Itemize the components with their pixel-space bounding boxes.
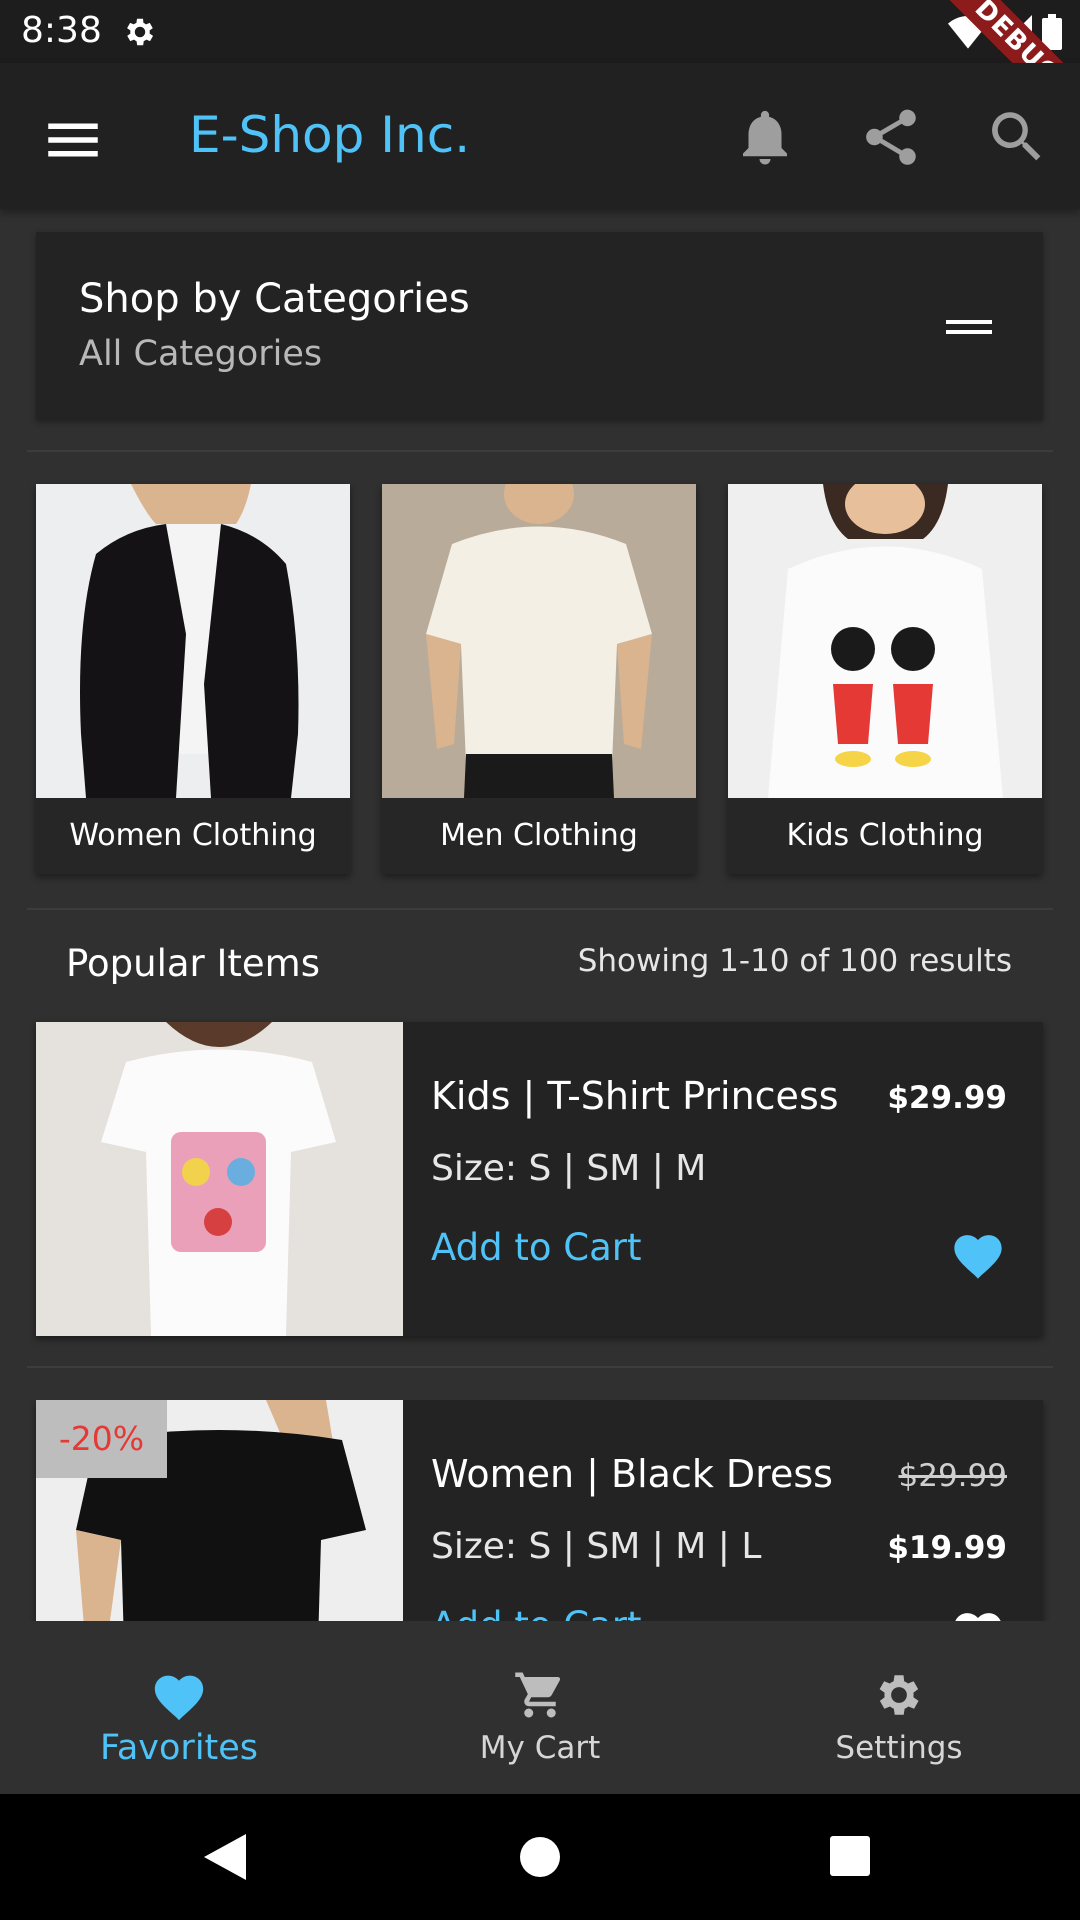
- settings-notification-icon: [127, 18, 154, 46]
- results-count: Showing 1-10 of 100 results: [577, 943, 1012, 979]
- divider: [27, 1366, 1053, 1368]
- product-name: Kids | T-Shirt Princess: [431, 1074, 839, 1118]
- home-icon[interactable]: [519, 1836, 561, 1878]
- category-label: Men Clothing: [382, 798, 696, 874]
- cart-icon: [515, 1672, 561, 1718]
- favorite-heart-icon[interactable]: [949, 1606, 1007, 1621]
- categories-subtitle: All Categories: [79, 334, 323, 374]
- nav-settings[interactable]: Settings: [779, 1668, 1019, 1766]
- divider: [27, 908, 1053, 910]
- add-to-cart-button[interactable]: Add to Cart: [431, 1604, 642, 1621]
- menu-icon[interactable]: [40, 107, 106, 173]
- categories-title: Shop by Categories: [79, 276, 470, 322]
- status-bar: [0, 0, 1080, 63]
- product-card[interactable]: -20% Women | Black Dress $29.99 $19.99 S…: [36, 1400, 1043, 1621]
- category-label: Women Clothing: [36, 798, 350, 874]
- divider: [27, 450, 1053, 452]
- nav-favorites[interactable]: Favorites: [59, 1668, 299, 1768]
- product-price: $29.99: [887, 1080, 1007, 1116]
- search-icon[interactable]: [984, 104, 1050, 170]
- women-clothing-image: [36, 484, 350, 798]
- product-size: Size: S | SM | M: [431, 1148, 707, 1189]
- nav-label: My Cart: [479, 1730, 601, 1766]
- section-title: Popular Items: [66, 942, 320, 985]
- nav-label: Settings: [835, 1730, 963, 1766]
- favorite-heart-icon[interactable]: [949, 1228, 1007, 1280]
- add-to-cart-button[interactable]: Add to Cart: [431, 1226, 642, 1269]
- collapse-icon[interactable]: [946, 316, 992, 338]
- product-image: [36, 1022, 403, 1336]
- product-size: Size: S | SM | M | L: [431, 1526, 762, 1567]
- heart-icon: [154, 1675, 204, 1721]
- category-tile-men[interactable]: Men Clothing: [382, 484, 696, 874]
- product-old-price: $29.99: [898, 1458, 1007, 1494]
- back-icon[interactable]: [204, 1834, 246, 1880]
- categories-header[interactable]: [36, 232, 1043, 420]
- product-name: Women | Black Dress: [431, 1452, 833, 1496]
- kids-clothing-image: [728, 484, 1042, 798]
- share-icon[interactable]: [858, 104, 924, 170]
- discount-badge: -20%: [36, 1400, 167, 1478]
- category-tile-kids[interactable]: Kids Clothing: [728, 484, 1042, 874]
- nav-label: Favorites: [99, 1728, 259, 1768]
- product-card[interactable]: Kids | T-Shirt Princess $29.99 Size: S |…: [36, 1022, 1043, 1336]
- category-tile-women[interactable]: Women Clothing: [36, 484, 350, 874]
- app-title: E-Shop Inc.: [189, 106, 471, 164]
- recents-icon[interactable]: [830, 1836, 870, 1876]
- status-time: 8:38: [21, 10, 102, 51]
- men-clothing-image: [382, 484, 696, 798]
- category-label: Kids Clothing: [728, 798, 1042, 874]
- gear-icon: [879, 1675, 919, 1715]
- bell-icon[interactable]: [732, 104, 798, 170]
- list-clip: -20% Women | Black Dress $29.99 $19.99 S…: [0, 1400, 1080, 1621]
- nav-my-cart[interactable]: My Cart: [420, 1668, 660, 1766]
- product-price: $19.99: [887, 1530, 1007, 1566]
